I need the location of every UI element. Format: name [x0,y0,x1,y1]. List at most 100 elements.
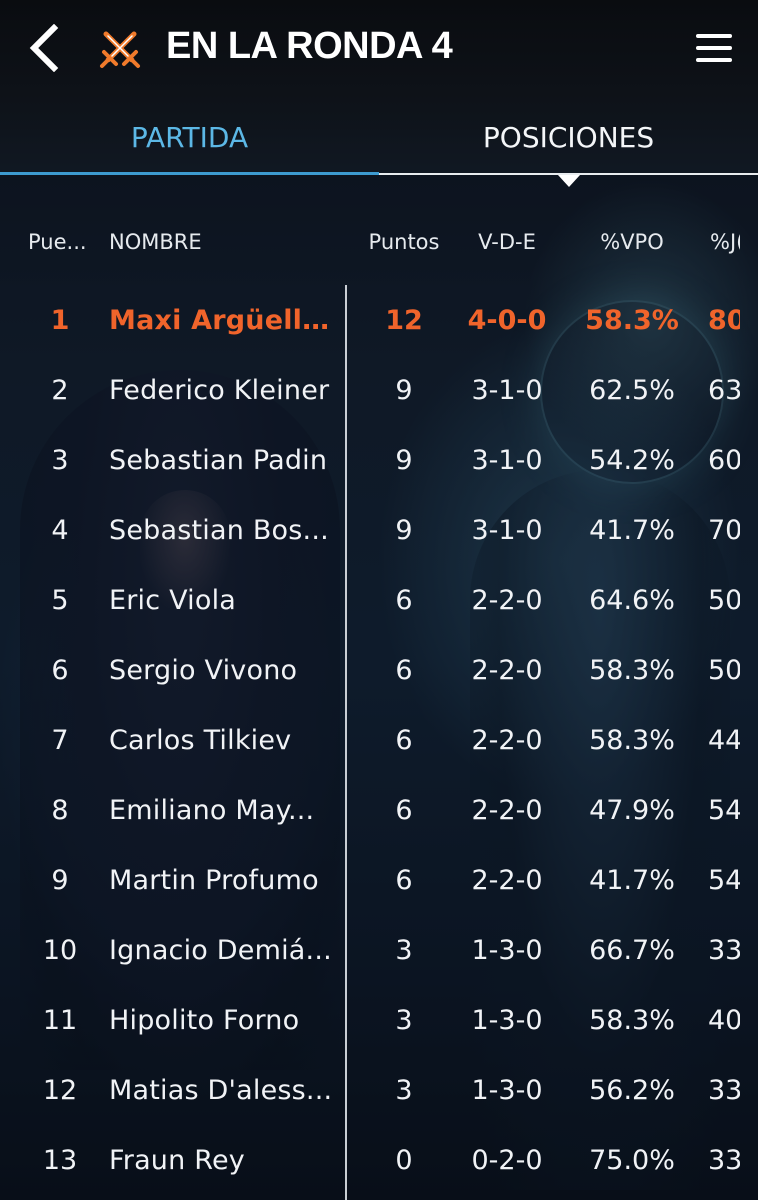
table-row[interactable]: 13 Fraun Rey 0 0-2-0 75.0% 33 [0,1126,758,1196]
column-header-vpo[interactable]: %VPO [580,230,684,254]
column-header-position[interactable]: Pue... [28,230,94,254]
row-points: 6 [395,865,413,896]
row-position: 4 [51,515,69,546]
row-vpo: 62.5% [589,375,675,406]
row-position: 7 [51,725,69,756]
column-header-points[interactable]: Puntos [362,230,446,254]
row-jg: 80 [708,305,740,336]
standings-table: 1 Maxi Argüello... 12 4-0-0 58.3% 80 2 F… [0,286,758,1200]
row-points: 6 [395,725,413,756]
row-position: 8 [51,795,69,826]
row-points: 9 [395,375,413,406]
row-jg: 70 [708,515,740,546]
row-position: 12 [42,1075,78,1106]
row-vpo: 58.3% [585,305,679,336]
row-player-name: Hipolito Forno [109,1005,300,1036]
row-position: 9 [51,865,69,896]
table-row[interactable]: 1 Maxi Argüello... 12 4-0-0 58.3% 80 [0,286,758,356]
table-row[interactable]: 10 Ignacio Demiá... 3 1-3-0 66.7% 33 [0,916,758,986]
row-vpo: 58.3% [589,725,675,756]
row-points: 9 [395,515,413,546]
table-row[interactable]: 2 Federico Kleiner 9 3-1-0 62.5% 63 [0,356,758,426]
row-player-name: Sebastian Bos... [109,515,329,546]
row-points: 6 [395,655,413,686]
column-header-record[interactable]: V-D-E [464,230,550,254]
row-points: 6 [395,585,413,616]
row-player-name: Sebastian Padin [109,445,328,476]
tab-partida[interactable]: PARTIDA [0,95,379,175]
table-row[interactable]: 3 Sebastian Padin 9 3-1-0 54.2% 60 [0,426,758,496]
row-player-name: Maxi Argüello... [109,305,337,336]
crossed-swords-icon [98,28,142,72]
column-header-name[interactable]: NOMBRE [109,230,337,254]
row-points: 0 [395,1145,413,1176]
active-tab-pointer-icon [558,175,580,187]
row-position: 3 [51,445,69,476]
row-jg: 50 [708,655,740,686]
row-vpo: 54.2% [589,445,675,476]
row-record: 2-2-0 [471,865,543,896]
row-position: 5 [51,585,69,616]
row-vpo: 58.3% [589,655,675,686]
row-record: 2-2-0 [471,795,543,826]
table-row[interactable]: 9 Martin Profumo 6 2-2-0 41.7% 54 [0,846,758,916]
row-record: 1-3-0 [471,1075,543,1106]
table-row[interactable]: 4 Sebastian Bos... 9 3-1-0 41.7% 70 [0,496,758,566]
table-row[interactable]: 8 Emiliano May... 6 2-2-0 47.9% 54 [0,776,758,846]
row-record: 0-2-0 [471,1145,543,1176]
tab-bar: PARTIDA POSICIONES [0,95,758,175]
row-jg: 54 [708,865,740,896]
row-record: 3-1-0 [471,375,543,406]
menu-line-icon [696,58,732,62]
row-player-name: Carlos Tilkiev [109,725,292,756]
hamburger-menu-button[interactable] [696,32,734,64]
chevron-left-icon [29,23,59,73]
column-header-jg[interactable]: %J( [710,230,740,254]
row-points: 6 [395,795,413,826]
table-row[interactable]: 5 Eric Viola 6 2-2-0 64.6% 50 [0,566,758,636]
row-points: 12 [385,305,423,336]
row-position: 2 [51,375,69,406]
row-player-name: Emiliano May... [109,795,315,826]
row-vpo: 41.7% [589,865,675,896]
row-jg: 63 [708,375,740,406]
row-position: 10 [42,935,78,966]
row-player-name: Ignacio Demiá... [109,935,332,966]
row-position: 1 [50,305,70,336]
row-jg: 40 [708,1005,740,1036]
row-jg: 54 [708,795,740,826]
table-row[interactable]: 11 Hipolito Forno 3 1-3-0 58.3% 40 [0,986,758,1056]
row-jg: 50 [708,585,740,616]
row-jg: 33 [708,1075,740,1106]
table-row[interactable]: 12 Matias D'aless... 3 1-3-0 56.2% 33 [0,1056,758,1126]
row-position: 6 [51,655,69,686]
table-row[interactable]: 7 Carlos Tilkiev 6 2-2-0 58.3% 44 [0,706,758,776]
row-points: 9 [395,445,413,476]
row-jg: 33 [708,935,740,966]
row-record: 2-2-0 [471,655,543,686]
page-title: EN LA RONDA 4 [166,25,453,67]
top-app-bar: EN LA RONDA 4 [0,0,758,95]
row-record: 4-0-0 [467,305,547,336]
row-player-name: Martin Profumo [109,865,319,896]
row-jg: 33 [708,1145,740,1176]
row-jg: 44 [708,725,740,756]
row-player-name: Federico Kleiner [109,375,330,406]
row-position: 11 [42,1005,78,1036]
tab-posiciones[interactable]: POSICIONES [379,95,758,175]
back-button[interactable] [24,23,68,73]
row-jg: 60 [708,445,740,476]
menu-line-icon [696,34,732,38]
row-record: 3-1-0 [471,445,543,476]
menu-line-icon [696,46,732,50]
row-player-name: Eric Viola [109,585,237,616]
row-vpo: 47.9% [589,795,675,826]
table-row[interactable]: 6 Sergio Vivono 6 2-2-0 58.3% 50 [0,636,758,706]
row-player-name: Matias D'aless... [109,1075,333,1106]
row-player-name: Fraun Rey [109,1145,245,1176]
row-points: 3 [395,935,413,966]
row-vpo: 41.7% [589,515,675,546]
row-player-name: Sergio Vivono [109,655,298,686]
row-vpo: 75.0% [589,1145,675,1176]
row-vpo: 58.3% [589,1005,675,1036]
